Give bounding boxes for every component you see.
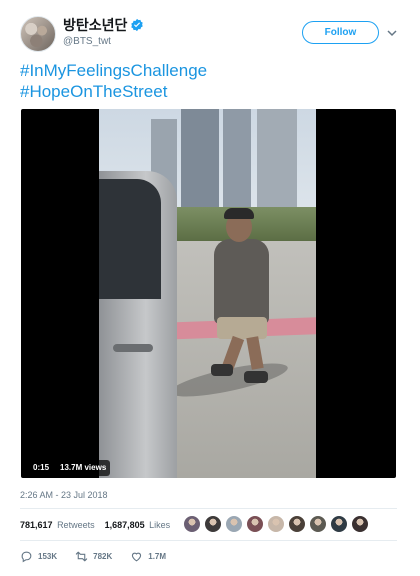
- reply-count: 153K: [38, 551, 58, 561]
- hashtag-link[interactable]: #InMyFeelingsChallenge: [20, 60, 207, 81]
- liker-avatar[interactable]: [330, 515, 348, 533]
- user-handle[interactable]: @BTS_twt: [63, 36, 111, 47]
- tweet-card: 방탄소년단 @BTS_twt Follow #InMyFeelingsChall…: [0, 0, 420, 576]
- liker-avatar[interactable]: [309, 515, 327, 533]
- tweet-text: #InMyFeelingsChallenge #HopeOnTheStreet: [20, 60, 207, 102]
- retweet-icon: [75, 551, 88, 561]
- liker-avatar[interactable]: [351, 515, 369, 533]
- retweets-count: 781,617: [20, 520, 53, 530]
- tweet-actions: 153K 782K 1.7M: [20, 548, 184, 564]
- liker-avatar[interactable]: [288, 515, 306, 533]
- reply-button[interactable]: 153K: [20, 550, 57, 563]
- dancer-body: [214, 239, 269, 324]
- video-overlay: 0:15 13.7M views: [29, 460, 111, 476]
- dancer-shorts: [217, 317, 267, 339]
- dancer-shoe: [211, 364, 233, 376]
- liker-avatar[interactable]: [204, 515, 222, 533]
- video-player[interactable]: 0:15 13.7M views: [21, 109, 396, 478]
- video-duration: 0:15: [29, 460, 54, 476]
- dancer-shoe: [244, 371, 268, 383]
- retweets-stat[interactable]: 781,617 Retweets: [20, 520, 95, 530]
- follow-button[interactable]: Follow: [302, 21, 379, 44]
- like-button[interactable]: 1.7M: [130, 550, 166, 563]
- likes-stat[interactable]: 1,687,805 Likes: [105, 520, 171, 530]
- retweet-count: 782K: [93, 551, 113, 561]
- building: [257, 109, 297, 217]
- liker-avatar[interactable]: [246, 515, 264, 533]
- divider: [20, 508, 397, 509]
- liker-avatar[interactable]: [225, 515, 243, 533]
- hashtag-link[interactable]: #HopeOnTheStreet: [20, 81, 207, 102]
- like-count: 1.7M: [148, 551, 167, 561]
- chevron-down-icon[interactable]: [386, 28, 398, 38]
- author-name-row: 방탄소년단: [63, 17, 144, 33]
- engagement-stats: 781,617 Retweets 1,687,805 Likes: [20, 518, 170, 532]
- likes-label: Likes: [149, 520, 171, 530]
- retweet-button[interactable]: 782K: [75, 550, 112, 563]
- avatar[interactable]: [20, 16, 56, 52]
- reply-icon: [21, 551, 32, 562]
- liker-avatar[interactable]: [183, 515, 201, 533]
- heart-icon: [132, 552, 142, 561]
- display-name[interactable]: 방탄소년단: [63, 17, 127, 33]
- likes-count: 1,687,805: [104, 520, 145, 530]
- video-frame: [99, 109, 316, 478]
- tweet-timestamp[interactable]: 2:26 AM - 23 Jul 2018: [20, 490, 108, 500]
- retweets-label: Retweets: [57, 520, 95, 530]
- video-views: 13.7M views: [56, 460, 111, 476]
- dancer-cap: [224, 208, 254, 219]
- building: [181, 109, 219, 214]
- car-window: [99, 179, 161, 299]
- divider: [20, 540, 397, 541]
- verified-badge-icon: [130, 18, 144, 32]
- building: [223, 109, 251, 209]
- liker-avatars: [183, 515, 369, 533]
- liker-avatar[interactable]: [267, 515, 285, 533]
- car-handle: [113, 344, 153, 352]
